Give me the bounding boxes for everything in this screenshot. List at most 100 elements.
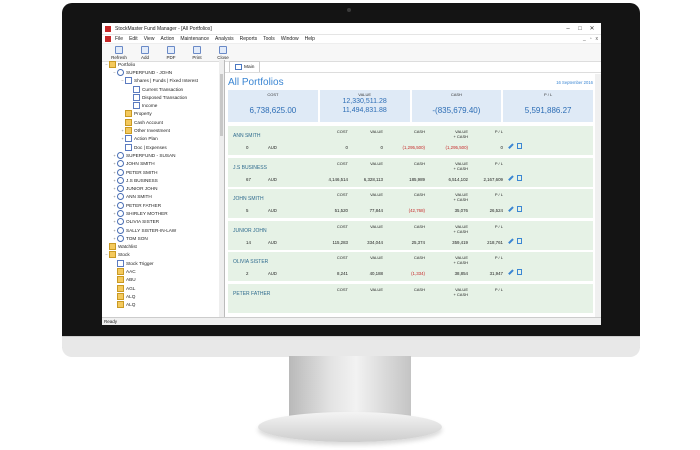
delete-trash-icon[interactable] (517, 174, 522, 181)
tree-node[interactable]: ABU (102, 276, 224, 284)
tree-node[interactable]: + SUPERFUND - SUSAN (102, 151, 224, 159)
portfolio-card[interactable]: J.S BUSINESS COST VALUE CASH VALUE + CASH P /… (228, 157, 593, 187)
portfolio-cash: (1,295,500) (402, 145, 425, 150)
person-icon (117, 160, 124, 168)
doc-icon (125, 77, 132, 85)
tab-main[interactable]: Main (229, 61, 261, 72)
add-button[interactable]: Add (132, 46, 158, 60)
tree-node-label: PETER FATHER (126, 202, 162, 208)
portfolio-card[interactable]: PETER FATHER COST VALUE CASH VALUE + CASH P /… (228, 283, 593, 313)
tree-node[interactable]: − Portfolio (102, 60, 224, 68)
column-header-pl: P / L (494, 286, 503, 292)
menu-tools[interactable]: Tools (263, 36, 275, 42)
portfolio-cash: 25,374 (411, 239, 425, 245)
menu-file[interactable]: File (115, 36, 123, 42)
tree-node[interactable]: ALQ (102, 301, 224, 309)
person-icon (117, 185, 124, 193)
portfolio-card[interactable]: JUNIOR JOHN COST VALUE CASH VALUE + CASH P / … (228, 220, 593, 250)
tree-node[interactable]: + ANN SMITH (102, 193, 224, 201)
tree-node[interactable]: + SALLY SISTER-IN-LAW (102, 226, 224, 234)
main-scrollbar[interactable] (595, 74, 601, 318)
menu-action[interactable]: Action (160, 36, 174, 42)
portfolio-card[interactable]: JOHN SMITH COST VALUE CASH VALUE + CASH P / L… (228, 189, 593, 218)
tree-node[interactable]: + Action Plan (102, 135, 224, 143)
menu-maintenance[interactable]: Maintenance (180, 36, 209, 42)
portfolio-card[interactable]: ANN SMITH COST VALUE CASH VALUE + CASH P / L 0… (228, 126, 593, 155)
edit-pencil-icon[interactable] (508, 206, 514, 212)
tree-node[interactable]: + OLIVIA SISTER (102, 218, 224, 226)
card-actions (508, 269, 522, 275)
tree-node[interactable]: Income (102, 101, 224, 110)
tree-node[interactable]: Watchlist (102, 243, 224, 251)
menu-edit[interactable]: Edit (129, 36, 138, 42)
edit-pencil-icon[interactable] (508, 269, 514, 275)
tree-node[interactable]: Doc | Expenses (102, 143, 224, 151)
maximize-button[interactable]: □ (574, 26, 586, 32)
tree-node[interactable]: Property (102, 110, 224, 118)
edit-pencil-icon[interactable] (508, 143, 514, 149)
tree-node[interactable]: + JOHN SMITH (102, 160, 224, 168)
column-header-pl: P / L (494, 223, 503, 229)
tree-node[interactable]: − Shares | Funds | Fixed Interest (102, 77, 224, 85)
close-window-button[interactable]: ✕ (586, 25, 598, 32)
menu-view[interactable]: View (144, 36, 155, 42)
tree-node[interactable]: + PETER FATHER (102, 201, 224, 209)
mdi-restore-icon[interactable]: ▫ (590, 36, 592, 42)
delete-trash-icon[interactable] (517, 206, 522, 212)
folder-icon (109, 251, 116, 259)
folder-icon (125, 118, 132, 126)
tree-node[interactable]: − SUPERFUND - JOHN (102, 68, 224, 76)
doc-icon (133, 85, 140, 93)
mdi-close-icon[interactable]: x (596, 36, 599, 42)
tree-node[interactable]: AGL (102, 284, 224, 292)
tree-node[interactable]: Current Transaction (102, 85, 224, 93)
tree-node[interactable]: Disposed Transaction (102, 93, 224, 101)
portfolio-cash: 185,989 (409, 176, 425, 182)
edit-pencil-icon[interactable] (508, 238, 514, 244)
menu-help[interactable]: Help (305, 36, 315, 42)
portfolio-qty: 14 (246, 239, 251, 245)
portfolio-vc: (1,295,500) (445, 145, 468, 150)
tree-node[interactable]: + TOM SON (102, 234, 224, 242)
delete-trash-icon[interactable] (517, 269, 522, 275)
portfolio-vc: 6,514,102 (448, 176, 468, 182)
tree-node[interactable]: Cash Account (102, 118, 224, 126)
menu-window[interactable]: Window (281, 36, 299, 42)
tree-node-label: Income (142, 103, 158, 109)
close-button[interactable]: Close (210, 46, 236, 60)
pdf-button[interactable]: PDF (158, 46, 184, 60)
menu-analysis[interactable]: Analysis (215, 36, 234, 42)
summary-cash-value: -(835,679.40) (432, 106, 481, 115)
tree-scrollbar[interactable] (219, 60, 224, 318)
tree-node-label: ABU (126, 277, 136, 283)
folder-icon (109, 60, 116, 68)
tree-node[interactable]: AAC (102, 267, 224, 276)
portfolio-vc: 35,076 (454, 208, 468, 213)
portfolio-cost: 51,520 (334, 208, 348, 213)
tree-node[interactable]: + SHIRLEY MOTHER (102, 209, 224, 217)
delete-trash-icon[interactable] (517, 237, 522, 244)
edit-pencil-icon[interactable] (508, 175, 514, 181)
column-header-pl: P / L (494, 160, 503, 166)
column-header-cash: CASH (413, 129, 425, 134)
delete-trash-icon[interactable] (517, 143, 522, 149)
menu-reports[interactable]: Reports (240, 36, 258, 42)
summary-pl: P / L 5,591,886.27 (503, 90, 593, 122)
minimize-button[interactable]: – (562, 26, 574, 32)
print-button[interactable]: Print (184, 46, 210, 60)
mdi-minimize-icon[interactable]: _ (583, 36, 586, 42)
tree-node[interactable]: − Stock (102, 251, 224, 259)
tree-node[interactable]: + PETER SMITH (102, 168, 224, 176)
portfolio-qty: 0 (246, 145, 249, 150)
tree-scroll-thumb[interactable] (220, 74, 223, 136)
tree-node-label: JOHN SMITH (126, 161, 155, 167)
tree-node-label: Other Investment (134, 128, 170, 134)
tree-node[interactable]: ALQ (102, 292, 224, 300)
tree-node[interactable]: Stock Trigger (102, 259, 224, 267)
tree-node[interactable]: + J.S BUSINESS (102, 176, 224, 184)
tree-node[interactable]: + Other Investment (102, 126, 224, 135)
refresh-button[interactable]: Refresh (106, 46, 132, 60)
tree-node[interactable]: + JUNIOR JOHN (102, 184, 224, 193)
portfolio-card[interactable]: OLIVIA SISTER COST VALUE CASH VALUE + CASH P … (228, 252, 593, 281)
portfolio-value: 77,844 (369, 208, 383, 213)
